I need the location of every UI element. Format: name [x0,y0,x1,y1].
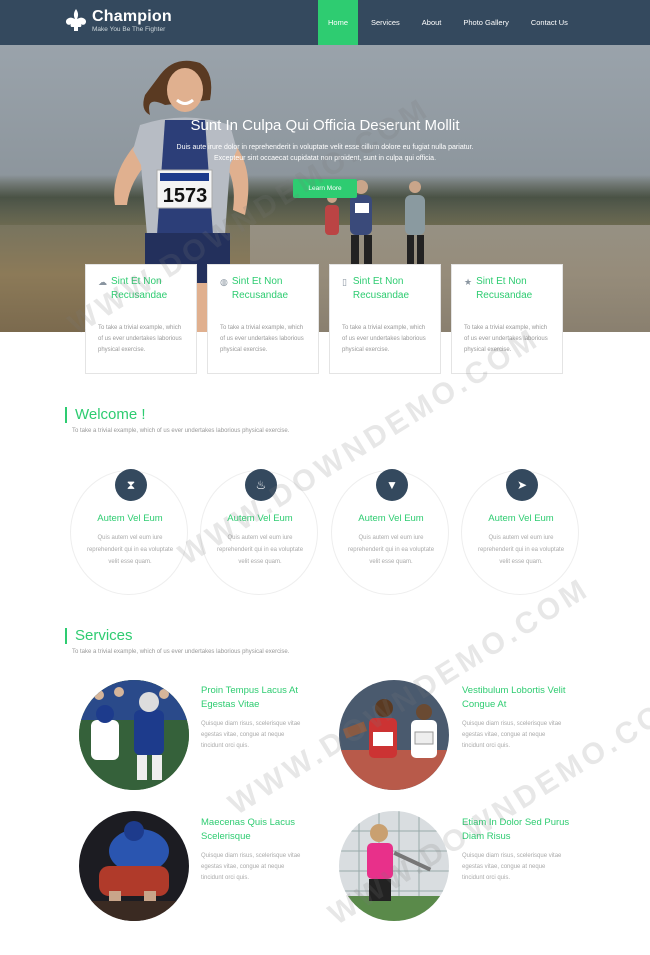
feature-card-text: To take a trivial example, which of us e… [220,325,304,353]
feature-card-text: To take a trivial example, which of us e… [464,325,548,353]
welcome-feature-item[interactable]: ▼ Autem Vel Eum Quis autem vel eum iure … [331,469,449,595]
welcome-feature-title: Autem Vel Eum [227,513,293,524]
service-photo-wrestling [79,811,189,921]
star-icon: ★ [464,277,473,287]
feature-card-title: Sint Et Non Recusandae [231,276,289,301]
hero-description: Duis aute irure dolor in reprehenderit i… [0,142,650,164]
globe-icon: ◍ [220,277,228,287]
race-bib-number: 1573 [163,185,208,207]
nav-photo-gallery[interactable]: Photo Gallery [452,0,519,45]
feature-card[interactable]: ◍ Sint Et Non Recusandae To take a trivia… [207,264,319,374]
nav-about[interactable]: About [411,0,453,45]
feature-card-title: Sint Et Non Recusandae [476,276,533,301]
service-title[interactable]: Maecenas Quis Lacus Scelerisque [201,816,316,844]
brand-logo[interactable]: Champion Make You Be The Fighter [64,8,172,34]
service-title[interactable]: Vestibulum Lobortis Velit Congue At [462,684,577,712]
brand-tagline: Make You Be The Fighter [92,25,166,33]
welcome-feature-text: Quis autem vel eum iure reprehenderit qu… [347,535,435,565]
service-text: Quisque diam risus, scelerisque vitae eg… [462,721,562,749]
track-runners-image [339,680,449,790]
softball-player-image [339,811,449,921]
welcome-feature-title: Autem Vel Eum [488,513,554,524]
learn-more-button[interactable]: Learn More [293,179,357,198]
mobile-icon: ▯ [342,277,347,287]
welcome-subtitle: To take a trivial example, which of us e… [72,428,290,434]
cloud-icon: ☁ [98,277,107,287]
feature-cards: ☁ Sint Et Non Recusandae To take a trivia… [85,264,563,374]
brand-name: Champion [92,7,172,25]
feature-card[interactable]: ★ Sint Et Non Recusandae To take a trivia… [451,264,563,374]
welcome-feature-item[interactable]: ♨ Autem Vel Eum Quis autem vel eum iure … [200,469,318,595]
service-photo-football [79,680,189,790]
hero-description-line1: Duis aute irure dolor in reprehenderit i… [176,144,474,151]
filter-icon: ▼ [376,469,408,501]
welcome-feature-text: Quis autem vel eum iure reprehenderit qu… [216,535,304,565]
welcome-feature-title: Autem Vel Eum [358,513,424,524]
hourglass-icon: ⧗ [115,469,147,501]
service-text: Quisque diam risus, scelerisque vitae eg… [201,853,301,881]
feature-card-title: Sint Et Non Recusandae [111,276,168,301]
service-text: Quisque diam risus, scelerisque vitae eg… [201,721,301,749]
fleur-de-lis-icon [65,9,87,31]
service-text: Quisque diam risus, scelerisque vitae eg… [462,853,562,881]
feature-card-title: Sint Et Non Recusandae [352,276,410,301]
service-photo-track [339,680,449,790]
nav-services[interactable]: Services [360,0,411,45]
welcome-heading: Welcome ! [65,407,146,423]
feature-card[interactable]: ☁ Sint Et Non Recusandae To take a trivia… [85,264,197,374]
welcome-feature-item[interactable]: ➤ Autem Vel Eum Quis autem vel eum iure … [461,469,579,595]
fire-icon: ♨ [245,469,277,501]
feature-card[interactable]: ▯ Sint Et Non Recusandae To take a trivia… [329,264,441,374]
welcome-feature-title: Autem Vel Eum [97,513,163,524]
nav-home[interactable]: Home [318,0,358,45]
service-title[interactable]: Etiam In Dolor Sed Purus Diam Risus [462,816,577,844]
welcome-feature-text: Quis autem vel eum iure reprehenderit qu… [86,535,174,565]
services-subtitle: To take a trivial example, which of us e… [72,649,290,655]
service-title[interactable]: Proin Tempus Lacus At Egestas Vitae [201,684,316,712]
hero-description-line2: Excepteur sint occaecat cupidatat non pr… [213,155,437,162]
service-photo-softball [339,811,449,921]
top-navbar: Champion Make You Be The Fighter Home Se… [0,0,650,45]
services-heading: Services [65,628,133,644]
plane-icon: ➤ [506,469,538,501]
welcome-feature-text: Quis autem vel eum iure reprehenderit qu… [477,535,565,565]
nav-contact-us[interactable]: Contact Us [520,0,579,45]
welcome-feature-item[interactable]: ⧗ Autem Vel Eum Quis autem vel eum iure … [70,469,188,595]
football-players-image [79,680,189,790]
main-menu: Home Services About Photo Gallery Contac… [318,0,579,45]
feature-card-text: To take a trivial example, which of us e… [342,325,426,353]
hero-title: Sunt In Culpa Qui Officia Deserunt Molli… [190,117,460,134]
feature-card-text: To take a trivial example, which of us e… [98,325,182,353]
wrestling-image [79,811,189,921]
